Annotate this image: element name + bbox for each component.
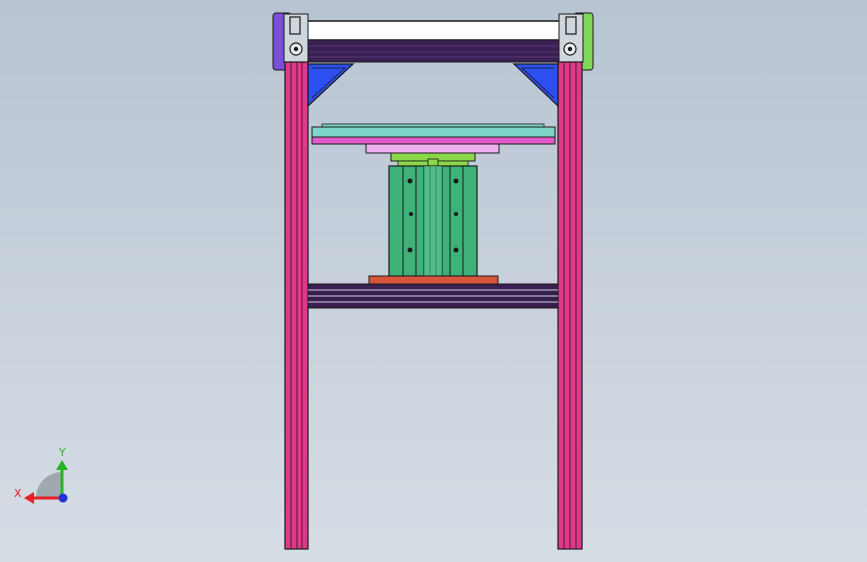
upright-left[interactable] [284, 61, 309, 550]
z-axis-dot-icon [58, 493, 68, 503]
base-plate[interactable] [368, 275, 499, 285]
gusset-left[interactable] [307, 63, 355, 108]
x-axis-label: X [14, 487, 22, 500]
guide-hole-icon [453, 178, 459, 184]
coordinate-triad: Y X [14, 446, 68, 504]
triad-arc-icon [36, 472, 62, 498]
guide-hole-icon [453, 247, 459, 253]
top-beam[interactable] [299, 39, 566, 63]
platform-plate-cyan[interactable] [311, 126, 556, 138]
upright-right[interactable] [557, 61, 583, 550]
bottom-cross-beam[interactable] [307, 283, 559, 309]
linear-guide-body[interactable] [388, 165, 478, 277]
platform-plate-magenta[interactable] [311, 136, 556, 145]
cad-viewport[interactable]: Y X [0, 0, 867, 562]
y-axis-label: Y [58, 446, 66, 459]
top-frame-assembly[interactable] [299, 20, 566, 63]
gusset-right[interactable] [512, 63, 559, 108]
top-rail[interactable] [299, 20, 566, 41]
guide-hole-icon [407, 178, 413, 184]
platform-assembly[interactable] [311, 123, 556, 167]
guide-hole-icon [409, 212, 413, 216]
guide-hole-icon [407, 247, 413, 253]
guide-hole-icon [454, 212, 458, 216]
platform-plate-pink[interactable] [365, 143, 500, 154]
